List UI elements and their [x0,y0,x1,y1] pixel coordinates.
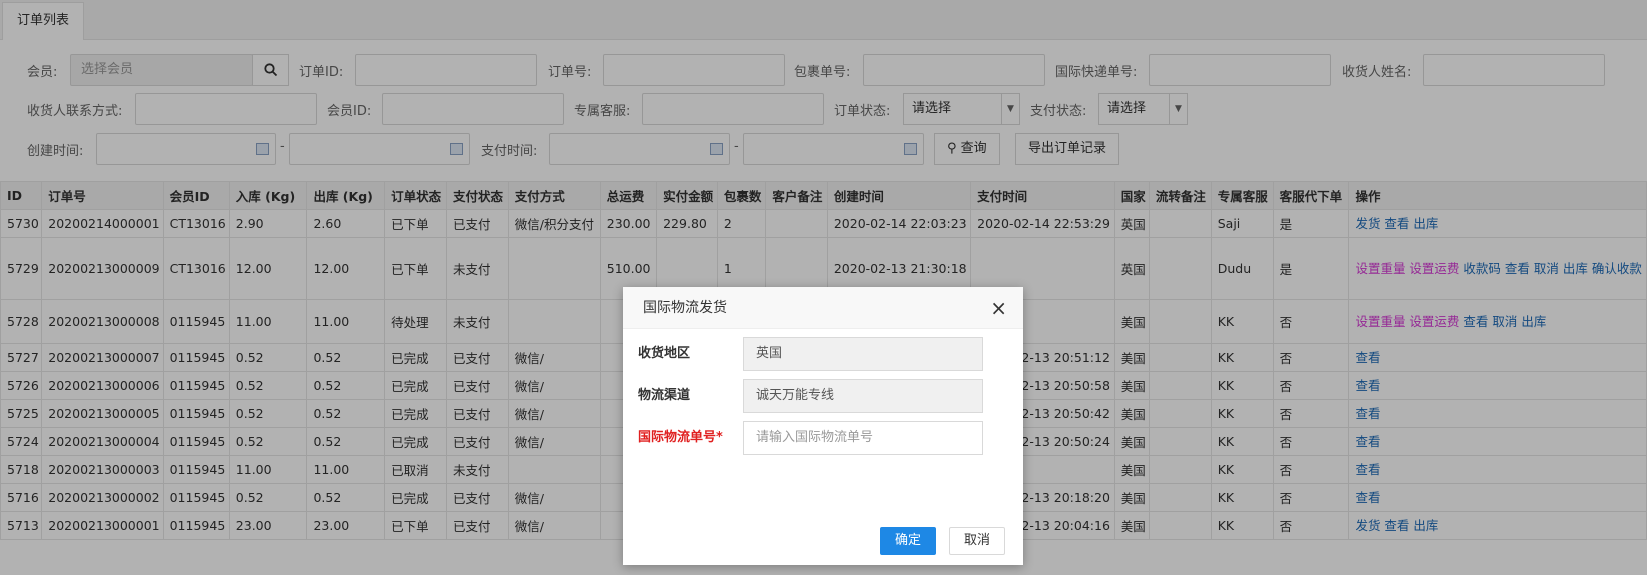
channel-label: 物流渠道 [638,388,691,403]
tracking-label: 国际物流单号* [638,430,723,445]
intl-shipping-dialog: 国际物流发货 × 收货地区 英国 物流渠道 诚天万能专线 国际物流单号* 请输入… [623,287,1023,565]
dialog-title: 国际物流发货 [643,300,727,316]
cancel-button[interactable]: 取消 [949,527,1006,555]
channel-row: 物流渠道 诚天万能专线 [638,379,1008,413]
region-label: 收货地区 [638,346,691,361]
confirm-button[interactable]: 确定 [880,527,937,555]
tracking-number-input[interactable]: 请输入国际物流单号 [743,421,983,455]
region-field: 英国 [743,337,983,371]
region-row: 收货地区 英国 [638,337,1008,371]
dialog-header: 国际物流发货 × [623,287,1023,329]
channel-field: 诚天万能专线 [743,379,983,413]
tracking-row: 国际物流单号* 请输入国际物流单号 [638,421,1008,455]
close-icon[interactable]: × [990,287,1007,329]
